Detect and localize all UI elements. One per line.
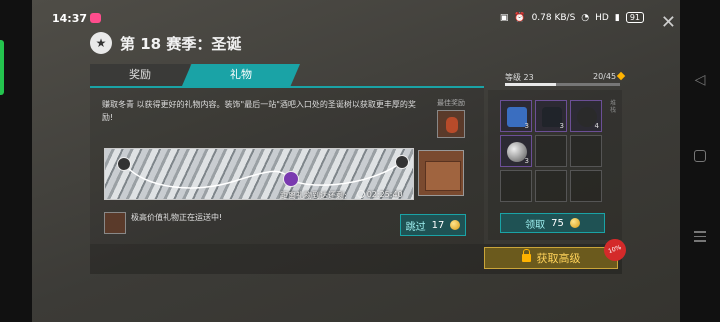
page-title: 第 18 赛季：圣诞 [120,34,242,53]
transit-status: 极高价值礼物正在运送中! [131,213,223,222]
net-speed: 0.78 KB/S [531,12,576,23]
gift-marker-icon [283,171,299,187]
close-icon[interactable]: ✕ [661,12,676,33]
best-reward-label: 最佳奖励 [437,99,465,107]
gift-crate-icon[interactable] [418,150,464,196]
skip-button[interactable]: 跳过 17 [400,214,466,236]
coin-icon [450,220,461,230]
skip-label: 跳过 [405,221,426,233]
start-pin-icon [117,157,131,171]
level-progress-bar [505,83,620,86]
status-icons: ▣ ⏰ 0.78 KB/S ◔ HD ▮ 91 [500,12,644,23]
system-left-edge [0,0,32,322]
alarm-icon: ⏰ [514,12,526,23]
clock-icon [356,190,365,198]
delivery-label: 距离礼物到达还剩: [280,191,347,200]
star-badge-icon: ★ [90,32,112,54]
vibrate-icon: ▣ [499,12,509,23]
inventory-slot-empty [535,135,567,167]
coin-icon [569,218,580,228]
skip-cost: 17 [431,219,445,231]
season-header: ★ 第 18 赛季：圣诞 [90,32,241,54]
claim-label: 领取 [525,219,546,231]
battery-icon: 91 [625,12,644,23]
item-qty: 3 [524,157,529,165]
item-qty: 3 [524,122,529,130]
inventory-slot[interactable]: 3 [500,100,532,132]
wifi-icon: ◔ [581,12,590,23]
delivery-caption: 距离礼物到达还剩: 02:25:40 [280,190,403,201]
timer-value: 02:25:40 [366,190,403,199]
back-icon[interactable]: ◁ [692,72,708,88]
inventory-slot[interactable]: 3 [535,100,567,132]
menu-icon[interactable] [692,228,708,242]
courier-avatar [104,212,126,234]
tab-gifts[interactable]: 礼物 [182,64,300,86]
delivery-timer: 02:25:40 [356,190,403,201]
app-notification-icon [90,13,101,23]
inventory-slot-empty [570,170,602,202]
level-progress-text: 20/45 [593,71,626,81]
tab-rewards[interactable]: 奖励 [90,64,190,86]
premium-label: 获取高级 [536,252,581,265]
inventory-slot[interactable]: 4 [570,100,602,132]
inventory-slot-empty [535,170,567,202]
level-progress-value: 20/45 [593,72,617,81]
inventory-slot-empty [500,170,532,202]
best-reward-icon[interactable] [437,110,465,138]
edge-handle[interactable] [0,40,4,95]
destination-pin-icon [395,155,409,169]
item-qty: 3 [559,122,564,130]
unlock-icon [521,249,531,262]
item-qty: 4 [594,122,599,130]
inventory-slot-empty [570,135,602,167]
level-label: 等级 23 [505,73,534,82]
status-bar: 14:37 ▣ ⏰ 0.78 KB/S ◔ HD ▮ 91 ✕ [32,0,680,33]
tab-bar: 奖励 礼物 [90,64,300,86]
level-progress-fill [505,83,556,86]
get-premium-button[interactable]: 获取高级 [484,247,618,269]
system-nav-bar: ◁ [680,0,720,322]
home-icon[interactable] [694,150,706,162]
signal-icon: ▮ [614,12,620,23]
clock-time: 14:37 [52,12,88,25]
inventory-side-label: 堆栈 [610,100,617,114]
hd-badge: HD [595,12,609,23]
claim-cost: 75 [551,217,564,229]
gift-description: 赚取冬青 以获得更好的礼物内容。装饰"最后一站"酒吧入口处的圣诞树以获取更丰厚的… [102,100,416,122]
diamond-icon [616,71,626,81]
claim-button[interactable]: 领取 75 [500,213,605,233]
inventory-slot[interactable]: 3 [500,135,532,167]
